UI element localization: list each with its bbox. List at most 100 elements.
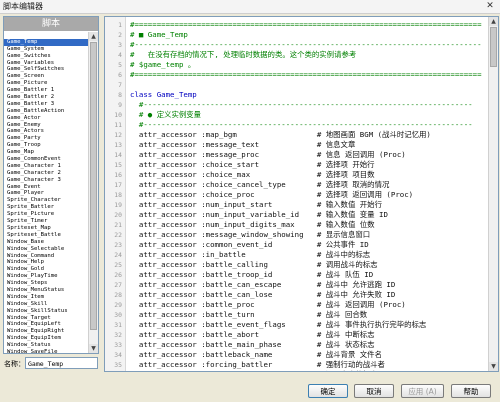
script-list-item[interactable]: Game_Battler 1 — [4, 87, 88, 94]
code-text[interactable]: attr_accessor :message_proc # 信息 返回调用 (P… — [130, 150, 406, 159]
code-line[interactable]: 7 — [105, 80, 488, 90]
code-line[interactable]: 33 attr_accessor :battle_main_phase # 战斗… — [105, 340, 488, 350]
script-list[interactable]: Game_Temp Game_System Game_Switches Game_Va… — [4, 32, 88, 353]
code-line[interactable]: 9 #-------------------------------------… — [105, 100, 488, 110]
code-text[interactable]: attr_accessor :battleback_name # 战斗背景 文件… — [130, 350, 382, 359]
code-line[interactable]: 3 #--------------------------------------… — [105, 40, 488, 50]
code-line[interactable]: 27 attr_accessor :battle_can_escape # 战斗… — [105, 280, 488, 290]
code-text[interactable]: attr_accessor :battle_event_flags # 战斗 事… — [130, 320, 426, 329]
script-list-item[interactable]: Game_CommonEvent — [4, 156, 88, 163]
code-text[interactable]: #---------------------------------------… — [130, 120, 473, 129]
code-text[interactable]: #---------------------------------------… — [130, 40, 482, 49]
code-line[interactable]: 14 attr_accessor :message_proc # 信息 返回调用… — [105, 150, 488, 160]
script-list-item[interactable]: Window_EquipItem — [4, 335, 88, 342]
ok-button[interactable]: 确定 — [308, 384, 348, 398]
code-text[interactable]: attr_accessor :num_input_digits_max # 输入… — [130, 220, 375, 229]
code-line[interactable]: 8 class Game_Temp — [105, 90, 488, 100]
code-line[interactable]: 19 attr_accessor :num_input_start # 输入数值… — [105, 200, 488, 210]
script-list-item[interactable]: Window_MenuStatus — [4, 287, 88, 294]
script-list-item[interactable]: Game_SelfSwitches — [4, 66, 88, 73]
code-text[interactable]: # ■ Game_Temp — [130, 30, 188, 39]
code-text[interactable]: attr_accessor :battle_abort # 战斗 中断标志 — [130, 330, 375, 339]
script-list-item[interactable]: Game_Battler 3 — [4, 101, 88, 108]
script-list-item[interactable]: Game_Troop — [4, 142, 88, 149]
script-list-item[interactable]: Window_Gold — [4, 266, 88, 273]
apply-button[interactable]: 应用 (A) — [401, 384, 444, 398]
code-text[interactable]: attr_accessor :choice_start # 选择项 开始行 — [130, 160, 375, 169]
script-list-item[interactable]: Game_Enemy — [4, 122, 88, 129]
code-line[interactable]: 2 # ■ Game_Temp — [105, 30, 488, 40]
code-text[interactable]: attr_accessor :battle_turn # 战斗 回合数 — [130, 310, 367, 319]
script-list-item[interactable]: Window_Command — [4, 253, 88, 260]
code-line[interactable]: 34 attr_accessor :battleback_name # 战斗背景… — [105, 350, 488, 360]
script-list-item[interactable] — [4, 32, 88, 39]
script-list-item[interactable]: Game_Map — [4, 149, 88, 156]
script-list-item[interactable]: Game_Player — [4, 190, 88, 197]
script-list-item[interactable]: Game_Actors — [4, 128, 88, 135]
code-lines[interactable]: 1 #======================================… — [105, 20, 488, 371]
script-list-item[interactable]: Sprite_Timer — [4, 218, 88, 225]
code-line[interactable]: 32 attr_accessor :battle_abort # 战斗 中断标志 — [105, 330, 488, 340]
script-list-item[interactable]: Game_Screen — [4, 73, 88, 80]
code-line[interactable]: 28 attr_accessor :battle_can_lose # 战斗中 … — [105, 290, 488, 300]
script-list-item[interactable]: Window_SaveFile — [4, 349, 88, 353]
code-text[interactable]: attr_accessor :common_event_id # 公共事件 ID — [130, 240, 369, 249]
code-line[interactable]: 17 attr_accessor :choice_cancel_type # 选… — [105, 180, 488, 190]
code-line[interactable]: 31 attr_accessor :battle_event_flags # 战… — [105, 320, 488, 330]
code-text[interactable]: attr_accessor :battle_can_escape # 战斗中 允… — [130, 280, 395, 289]
code-text[interactable]: attr_accessor :battle_calling # 调用战斗的标志 — [130, 260, 378, 269]
code-text[interactable]: attr_accessor :choice_max # 选择项 项目数 — [130, 170, 375, 179]
script-list-item[interactable]: Game_System — [4, 46, 88, 53]
code-text[interactable]: attr_accessor :battle_proc # 战斗 返回调用 (Pr… — [130, 300, 406, 309]
script-list-item[interactable]: Window_PlayTime — [4, 273, 88, 280]
code-text[interactable]: attr_accessor :choice_cancel_type # 选择项 … — [130, 180, 389, 189]
script-list-item[interactable]: Game_Character 3 — [4, 177, 88, 184]
script-list-item[interactable]: Game_Character 1 — [4, 163, 88, 170]
code-line[interactable]: 11 #------------------------------------… — [105, 120, 488, 130]
script-list-item[interactable]: Window_Base — [4, 239, 88, 246]
code-line[interactable]: 22 attr_accessor :message_window_showing… — [105, 230, 488, 240]
code-line[interactable]: 29 attr_accessor :battle_proc # 战斗 返回调用 … — [105, 300, 488, 310]
code-text[interactable]: attr_accessor :map_bgm # 地图画面 BGM (战斗时记忆… — [130, 130, 431, 139]
scroll-thumb[interactable] — [90, 42, 97, 330]
script-list-item[interactable]: Game_Actor — [4, 115, 88, 122]
script-list-item[interactable]: Game_Event — [4, 184, 88, 191]
name-input[interactable]: Game_Temp — [25, 357, 98, 369]
script-list-item[interactable]: Window_Steps — [4, 280, 88, 287]
code-text[interactable]: class Game_Temp — [130, 90, 197, 99]
script-list-item[interactable]: Window_EquipLeft — [4, 321, 88, 328]
code-line[interactable]: 16 attr_accessor :choice_max # 选择项 项目数 — [105, 170, 488, 180]
script-list-item[interactable]: Window_Target — [4, 315, 88, 322]
script-list-item[interactable]: Sprite_Picture — [4, 211, 88, 218]
editor-scroll-thumb[interactable] — [490, 27, 497, 67]
code-line[interactable]: 5 # $game_temp 。 — [105, 60, 488, 70]
code-text[interactable]: # 在没有存档的情况下, 处理临时数据的类。这个类的实例请参考 — [130, 50, 356, 59]
script-list-item[interactable]: Window_Help — [4, 259, 88, 266]
code-line[interactable]: 4 # 在没有存档的情况下, 处理临时数据的类。这个类的实例请参考 — [105, 50, 488, 60]
code-text[interactable]: attr_accessor :message_window_showing # … — [130, 230, 370, 239]
code-line[interactable]: 20 attr_accessor :num_input_variable_id … — [105, 210, 488, 220]
script-list-item[interactable]: Spriteset_Map — [4, 225, 88, 232]
script-list-item[interactable]: Game_Temp — [4, 38, 88, 46]
script-list-item[interactable]: Game_Variables — [4, 60, 88, 67]
code-line[interactable]: 18 attr_accessor :choice_proc # 选择项 返回调用… — [105, 190, 488, 200]
code-text[interactable]: attr_accessor :battle_main_phase # 战斗 状态… — [130, 340, 375, 349]
code-text[interactable]: # ● 定义实例变量 — [130, 110, 201, 119]
code-text[interactable]: attr_accessor :battle_can_lose # 战斗中 允许失… — [130, 290, 395, 299]
code-text[interactable]: attr_accessor :forcing_battler # 强制行动的战斗… — [130, 360, 385, 369]
script-list-item[interactable]: Window_Item — [4, 294, 88, 301]
code-line[interactable]: 36 attr_accessor :shop_calling # 调用商店的标志 — [105, 370, 488, 371]
code-line[interactable]: 13 attr_accessor :message_text # 信息文章 — [105, 140, 488, 150]
script-list-item[interactable]: Sprite_Character — [4, 197, 88, 204]
close-icon[interactable]: ✕ — [482, 1, 498, 12]
code-line[interactable]: 23 attr_accessor :common_event_id # 公共事件… — [105, 240, 488, 250]
code-line[interactable]: 25 attr_accessor :battle_calling # 调用战斗的… — [105, 260, 488, 270]
code-text[interactable]: attr_accessor :in_battle # 战斗中的标志 — [130, 250, 370, 259]
editor-scroll-up-icon[interactable]: ▲ — [489, 17, 498, 26]
code-text[interactable]: # $game_temp 。 — [130, 60, 195, 69]
code-text[interactable]: attr_accessor :message_text # 信息文章 — [130, 140, 355, 149]
script-list-item[interactable]: Game_Picture — [4, 80, 88, 87]
help-button[interactable]: 帮助 — [451, 384, 491, 398]
editor-scroll-down-icon[interactable]: ▼ — [489, 362, 498, 371]
script-list-item[interactable]: Window_Selectable — [4, 246, 88, 253]
